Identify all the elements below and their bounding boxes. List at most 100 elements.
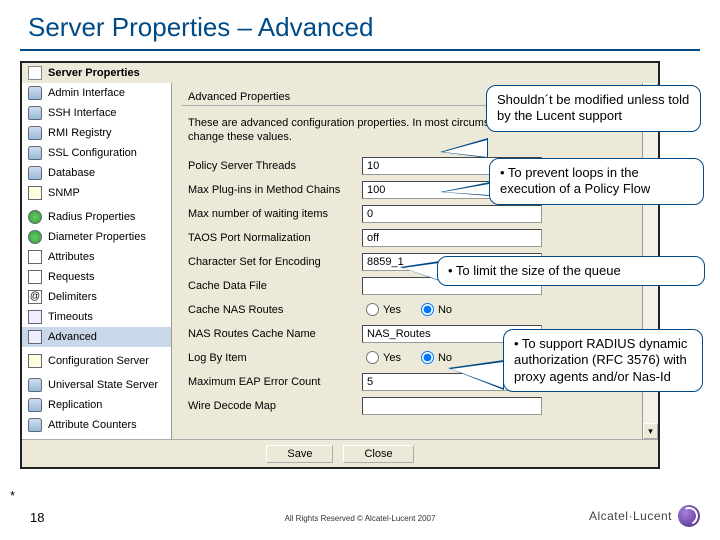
db-icon [28,126,42,140]
sidebar-item-attributes[interactable]: Attributes [22,247,171,267]
sidebar-item-admin-interface[interactable]: Admin Interface [22,83,171,103]
sidebar-item-replication[interactable]: Replication [22,395,171,415]
sidebar-item-label: Delimiters [48,291,97,303]
save-button[interactable]: Save [266,445,333,463]
db-icon [28,398,42,412]
radio-label: Yes [383,352,401,364]
radio-label: Yes [383,304,401,316]
callout-tail [448,360,504,390]
clock-icon [28,310,42,324]
log-item-yes[interactable]: Yes [366,351,401,364]
sidebar-item-label: Diameter Properties [48,231,146,243]
callout-radius-dynamic: • To support RADIUS dynamic authorizatio… [503,329,703,392]
db-icon [28,86,42,100]
sidebar-item-ssl-configuration[interactable]: SSL Configuration [22,143,171,163]
row-label: NAS Routes Cache Name [182,328,362,340]
radio-no[interactable] [421,303,434,316]
window-icon [28,66,42,80]
asterisk: * [10,488,15,503]
sidebar-item-label: SNMP [48,187,80,199]
sidebar: Admin Interface SSH Interface RMI Regist… [22,83,172,439]
radio-yes[interactable] [366,303,379,316]
sidebar-item-label: Attribute Counters [48,419,137,431]
slide-title: Server Properties – Advanced [0,0,720,49]
sidebar-item-label: Database [48,167,95,179]
taos-port-select[interactable] [362,229,542,247]
button-row: Save Close [22,439,658,467]
sidebar-item-label: RMI Registry [48,127,112,139]
sidebar-item-database[interactable]: Database [22,163,171,183]
db-icon [28,106,42,120]
callout-tail [400,261,440,281]
row-label: Max Plug-ins in Method Chains [182,184,362,196]
sidebar-item-delimiters[interactable]: @ Delimiters [22,287,171,307]
row-label: TAOS Port Normalization [182,232,362,244]
sidebar-item-radius-properties[interactable]: Radius Properties [22,207,171,227]
sidebar-item-timeouts[interactable]: Timeouts [22,307,171,327]
row-wire-decode-map: Wire Decode Map [182,395,648,417]
sidebar-item-label: Configuration Server [48,355,149,367]
callout-modified-warning: Shouldn´t be modified unless told by the… [486,85,701,132]
callout-queue-size: • To limit the size of the queue [437,256,705,286]
sidebar-item-universal-state-server[interactable]: Universal State Server [22,375,171,395]
check-icon [28,250,42,264]
row-cache-nas-routes: Cache NAS Routes Yes No [182,299,648,321]
sidebar-item-diameter-properties[interactable]: Diameter Properties [22,227,171,247]
db-icon [28,146,42,160]
sidebar-item-label: SSL Configuration [48,147,137,159]
row-label: Character Set for Encoding [182,256,362,268]
radio-no[interactable] [421,351,434,364]
db-icon [28,418,42,432]
sidebar-item-advanced[interactable]: Advanced [22,327,171,347]
tree-icon [28,354,42,368]
row-label: Cache NAS Routes [182,304,362,316]
max-waiting-input[interactable] [362,205,542,223]
tree-icon [28,186,42,200]
sidebar-item-label: SSH Interface [48,107,116,119]
sidebar-item-label: Universal State Server [48,379,158,391]
radio-label: No [438,304,452,316]
title-rule [20,49,700,51]
window-titlebar: Server Properties [22,63,658,83]
doc-icon [28,270,42,284]
callout-tail [440,182,490,196]
row-label: Wire Decode Map [182,400,362,412]
row-label: Policy Server Threads [182,160,362,172]
net-icon [28,230,42,244]
gear-icon [28,330,42,344]
wire-decode-map-input[interactable] [362,397,542,415]
sidebar-item-label: Admin Interface [48,87,125,99]
sidebar-item-label: Attributes [48,251,94,263]
sidebar-item-label: Requests [48,271,94,283]
row-label: Max number of waiting items [182,208,362,220]
sidebar-item-label: Radius Properties [48,211,135,223]
brand-text: Alcatel·Lucent [589,509,672,523]
sidebar-item-snmp[interactable]: SNMP [22,183,171,203]
sidebar-item-attribute-counters[interactable]: Attribute Counters [22,415,171,435]
cache-nas-yes[interactable]: Yes [366,303,401,316]
callout-tail [440,138,488,158]
sidebar-item-configuration-server[interactable]: Configuration Server [22,351,171,371]
sidebar-item-requests[interactable]: Requests [22,267,171,287]
row-max-waiting: Max number of waiting items [182,203,648,225]
cache-nas-no[interactable]: No [421,303,452,316]
brand-logo: Alcatel·Lucent [589,505,700,527]
close-button[interactable]: Close [343,445,413,463]
sidebar-item-label: Advanced [48,331,97,343]
row-label: Maximum EAP Error Count [182,376,362,388]
radio-yes[interactable] [366,351,379,364]
callout-prevent-loops: • To prevent loops in the execution of a… [489,158,704,205]
window-title: Server Properties [48,67,140,79]
net-icon [28,210,42,224]
sidebar-item-label: Replication [48,399,102,411]
sidebar-item-ssh-interface[interactable]: SSH Interface [22,103,171,123]
at-icon: @ [28,290,42,304]
brand-icon [678,505,700,527]
scroll-down-button[interactable]: ▾ [643,423,658,439]
row-label: Log By Item [182,352,362,364]
db-icon [28,378,42,392]
row-label: Cache Data File [182,280,362,292]
row-taos-port: TAOS Port Normalization [182,227,648,249]
db-icon [28,166,42,180]
sidebar-item-rmi-registry[interactable]: RMI Registry [22,123,171,143]
